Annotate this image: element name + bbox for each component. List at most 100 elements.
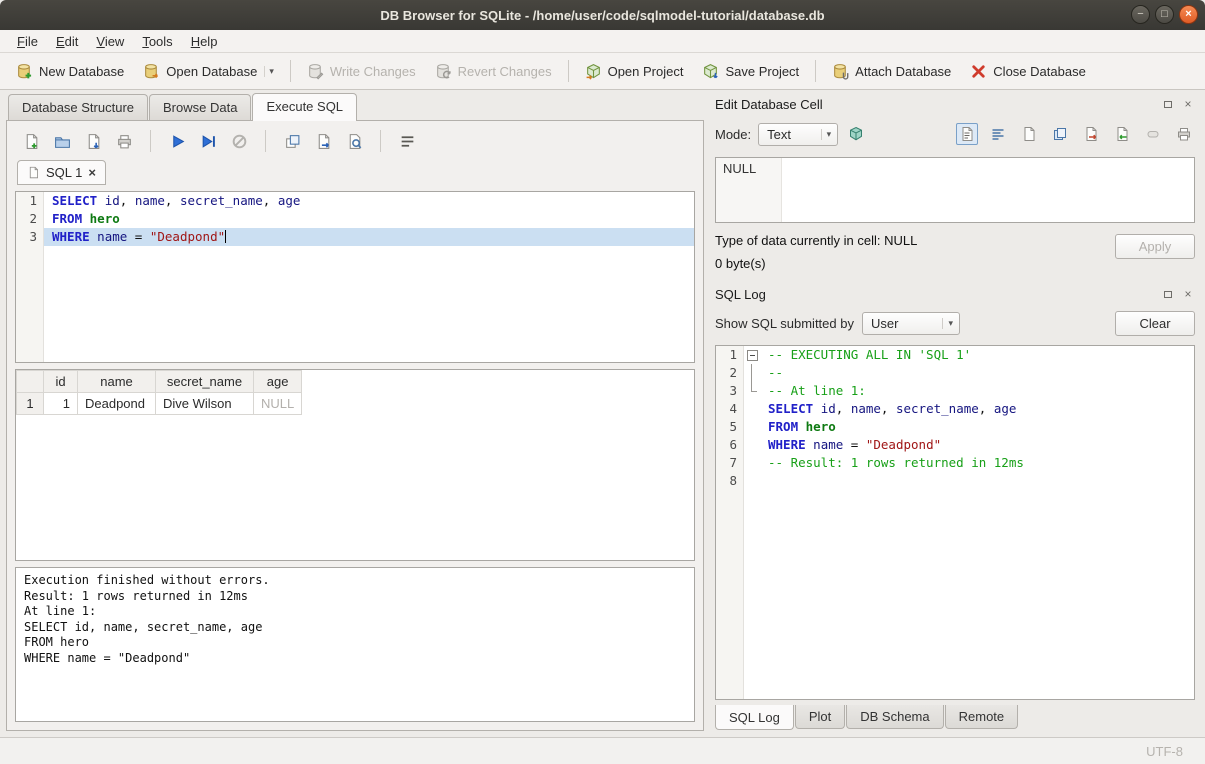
chevron-down-icon: ▾ [821,129,832,140]
edit-cell-title: Edit Database Cell [715,97,1155,112]
column-header-age[interactable]: age [254,371,302,393]
sql-tab-close-icon[interactable]: × [88,167,96,179]
execute-sql-page: SQL 1 × 1SELECT id, name, secret_name, a… [6,120,704,731]
cell-id[interactable]: 1 [44,393,78,415]
close-dock-button[interactable]: × [1181,98,1195,111]
close-database-icon [970,63,987,80]
copy-cell-button[interactable] [1049,123,1071,145]
tab-execute-sql[interactable]: Execute SQL [252,93,357,121]
export-results-button[interactable] [313,131,333,151]
write-changes-icon [307,63,324,80]
cell-secret-name[interactable]: Dive Wilson [156,393,254,415]
sql-log-view[interactable]: 1-- EXECUTING ALL IN 'SQL 1'2--3-- At li… [715,345,1195,700]
submitted-by-combobox[interactable]: User ▾ [862,312,960,335]
title-bar: DB Browser for SQLite - /home/user/code/… [0,0,1205,30]
tab-browse-data[interactable]: Browse Data [149,94,251,120]
export-cell-button[interactable] [1080,123,1102,145]
menu-file[interactable]: File [8,32,47,51]
results-grid: id name secret_name age 1 1 Deadpond Div… [15,369,695,561]
word-wrap-icon [990,126,1006,142]
find-replace-button[interactable] [344,131,364,151]
minimize-button[interactable]: − [1131,5,1150,24]
auto-mode-button[interactable] [845,123,867,145]
word-wrap-button[interactable] [987,123,1009,145]
open-sql-new-tab-button[interactable] [21,131,41,151]
set-null-button [1142,123,1164,145]
print-cell-button[interactable] [1173,123,1195,145]
cell-value: NULL [723,161,756,176]
new-database-icon [16,63,33,80]
cell-type-text: Type of data currently in cell: NULL [715,233,1115,248]
sql-editor[interactable]: 1SELECT id, name, secret_name, age2FROM … [15,191,695,363]
tab-sql-log[interactable]: SQL Log [715,705,794,730]
tab-remote[interactable]: Remote [945,705,1019,729]
menu-help[interactable]: Help [182,32,227,51]
float-dock-button[interactable] [1161,288,1175,301]
text-document-icon [959,126,975,142]
save-project-button[interactable]: Save Project [694,57,807,86]
menu-tools[interactable]: Tools [133,32,181,51]
code-line: 2FROM hero [16,210,694,228]
open-file-icon [54,133,71,150]
execute-all-button[interactable] [167,131,187,151]
sql-log-title: SQL Log [715,287,1155,302]
window-title: DB Browser for SQLite - /home/user/code/… [380,8,824,23]
cell-name[interactable]: Deadpond [78,393,156,415]
print-sql-button[interactable] [114,131,134,151]
mode-combobox[interactable]: Text ▾ [758,123,838,146]
toolbar-separator [265,130,266,152]
clear-button[interactable]: Clear [1115,311,1195,336]
close-database-button[interactable]: Close Database [962,57,1094,86]
open-sql-file-button[interactable] [52,131,72,151]
column-header-secret-name[interactable]: secret_name [156,371,254,393]
menu-bar: File Edit View Tools Help [0,30,1205,53]
maximize-button[interactable]: □ [1155,5,1174,24]
binary-view-button[interactable] [1018,123,1040,145]
open-database-dropdown-icon[interactable]: ▾ [264,66,274,77]
sql-log-controls: Show SQL submitted by User ▾ Clear [715,309,1195,338]
code-line: 7-- Result: 1 rows returned in 12ms [716,454,1194,472]
encoding-indicator[interactable]: UTF-8 [1146,744,1183,759]
tab-plot[interactable]: Plot [795,705,845,729]
edit-cell-header: Edit Database Cell × [715,94,1195,114]
copy-icon [1052,126,1068,142]
tab-label: Remote [959,709,1005,724]
close-dock-button[interactable]: × [1181,288,1195,301]
code-line: 2-- [716,364,1194,382]
toolbar-separator [380,130,381,152]
detach-tab-button[interactable] [282,131,302,151]
column-header-name[interactable]: name [78,371,156,393]
text-view-button[interactable] [956,123,978,145]
tab-database-structure[interactable]: Database Structure [8,94,148,120]
sql-tab-bar: SQL 1 × [15,159,695,185]
import-cell-button[interactable] [1111,123,1133,145]
sql-tab[interactable]: SQL 1 × [17,160,106,185]
execute-sql-toolbar [15,129,695,153]
tab-db-schema[interactable]: DB Schema [846,705,943,729]
open-project-button[interactable]: Open Project [577,57,692,86]
close-icon: × [1184,288,1191,300]
new-database-button[interactable]: New Database [8,57,132,86]
execute-current-line-button[interactable] [198,131,218,151]
tab-label: DB Schema [860,709,929,724]
cell-value-editor[interactable]: NULL [715,157,1195,223]
float-dock-button[interactable] [1161,98,1175,111]
print-icon [1176,126,1192,142]
row-header[interactable]: 1 [17,393,44,415]
cell-age[interactable]: NULL [254,393,302,415]
format-sql-button[interactable] [397,131,417,151]
toolbar-separator [150,130,151,152]
close-button[interactable]: × [1179,5,1198,24]
menu-view[interactable]: View [87,32,133,51]
column-header-id[interactable]: id [44,371,78,393]
save-project-icon [702,63,719,80]
right-pane: Edit Database Cell × Mode: Text ▾ [706,90,1205,737]
open-database-button[interactable]: Open Database ▾ [135,57,282,86]
menu-edit[interactable]: Edit [47,32,87,51]
cell-size-text: 0 byte(s) [715,256,1115,271]
toolbar-button-label: New Database [39,64,124,79]
save-sql-file-button[interactable] [83,131,103,151]
attach-database-button[interactable]: Attach Database [824,57,959,86]
cell-view-icons [956,123,1195,145]
execution-message: Execution finished without errors. Resul… [15,567,695,722]
